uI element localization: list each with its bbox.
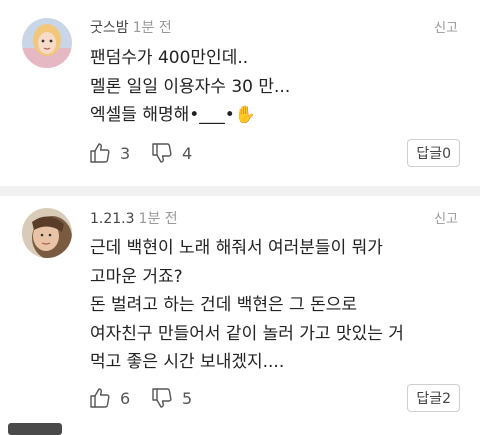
comment-meta: 굿스밤 1분 전	[90, 17, 172, 37]
avatar[interactable]	[22, 18, 72, 68]
comment-line: 엑셀들 해명해•___•✋	[90, 105, 256, 125]
like-count: 6	[120, 388, 131, 408]
comment-time: 1분 전	[138, 211, 178, 227]
comment-item: 1.21.3 1분 전 신고 근데 백현이 노래 해줘서 여러분들이 뭐가 고마운…	[0, 196, 480, 429]
comment-line: 팬덤수가 400만인데..	[90, 48, 249, 68]
comment-time: 1분 전	[132, 20, 172, 36]
comment-line: 고마운 거죠?	[90, 266, 183, 287]
comment-line: 여자친구 만들어서 같이 놀러 가고 맛있는 거	[90, 323, 404, 344]
comment-body: 근데 백현이 노래 해줘서 여러분들이 뭐가 고마운 거죠? 돈 벌려고 하는 …	[90, 234, 460, 377]
comment-meta: 1.21.3 1분 전	[90, 208, 178, 228]
comment-actions: 3 4 답글0	[88, 139, 460, 167]
author-name[interactable]: 1.21.3	[90, 211, 135, 227]
thumbs-down-icon	[152, 388, 172, 408]
report-button[interactable]: 신고	[434, 17, 458, 36]
comment-line: 근데 백현이 노래 해줘서 여러분들이 뭐가	[90, 238, 383, 258]
comment-actions: 6 5 답글2	[88, 384, 460, 412]
reply-button[interactable]: 답글2	[407, 384, 460, 412]
like-count: 3	[120, 143, 131, 163]
dislike-count: 4	[182, 143, 193, 163]
dislike-button[interactable]: 5	[150, 386, 192, 410]
bottom-badge	[8, 423, 62, 435]
comment-divider	[0, 186, 480, 196]
avatar[interactable]	[22, 208, 72, 258]
dislike-count: 5	[182, 388, 193, 408]
comment-line: 먹고 좋은 시간 보내겠지....	[90, 352, 285, 372]
report-button[interactable]: 신고	[434, 208, 458, 227]
like-button[interactable]: 3	[88, 141, 130, 165]
reply-button[interactable]: 답글0	[407, 139, 460, 167]
comment-item: 굿스밤 1분 전 신고 팬덤수가 400만인데.. 멜론 일일 이용자수 30 만…	[0, 0, 480, 186]
comment-line: 멜론 일일 이용자수 30 만...	[90, 76, 291, 97]
thumbs-down-icon	[152, 143, 172, 163]
author-name[interactable]: 굿스밤	[90, 20, 129, 36]
dislike-button[interactable]: 4	[150, 141, 192, 165]
comment-line: 돈 벌려고 하는 건데 백현은 그 돈으로	[90, 295, 358, 315]
comment-body: 팬덤수가 400만인데.. 멜론 일일 이용자수 30 만... 엑셀들 해명해…	[90, 44, 460, 130]
thumbs-up-icon	[90, 388, 110, 408]
thumbs-up-icon	[90, 143, 110, 163]
like-button[interactable]: 6	[88, 386, 130, 410]
